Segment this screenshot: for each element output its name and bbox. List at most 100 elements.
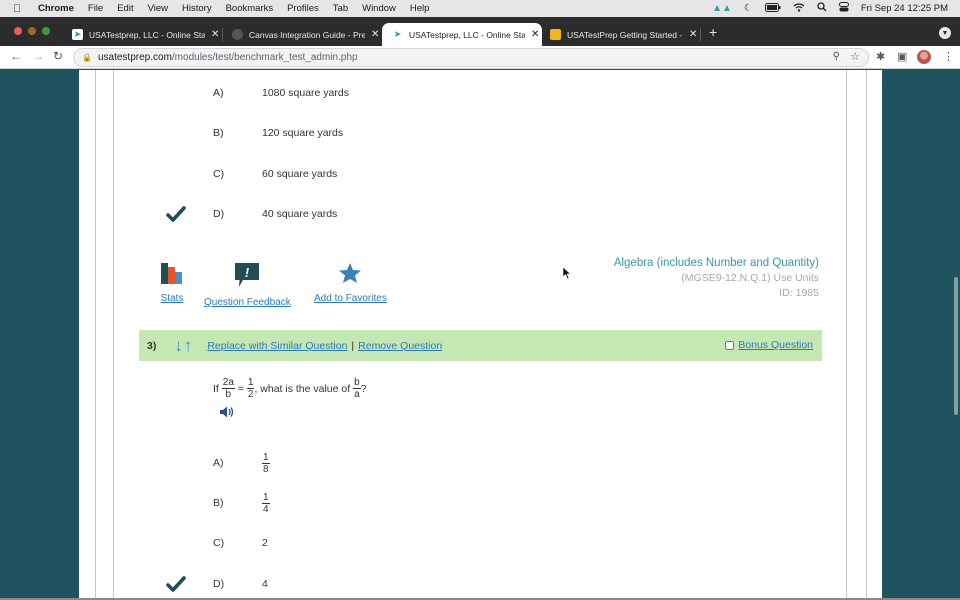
spotlight-search-icon[interactable] — [817, 2, 827, 15]
cast-icon[interactable]: ▣ — [897, 50, 907, 63]
choice-letter: B) — [213, 127, 224, 139]
menu-bookmarks[interactable]: Bookmarks — [226, 3, 274, 14]
battery-icon[interactable] — [764, 2, 781, 15]
menu-history[interactable]: History — [182, 3, 212, 14]
feedback-speech-bubble-icon: ! — [234, 262, 260, 293]
question-3-stem: If 2a b = 12 , what is the value of ba ? — [213, 377, 367, 400]
browser-tab-3-active[interactable]: ➤ USATestprep, LLC - Online Sta ✕ — [382, 23, 542, 46]
apple-menu-icon[interactable]:  — [13, 3, 27, 15]
favorites-label[interactable]: Add to Favorites — [314, 293, 387, 304]
subject-label: Algebra (includes Number and Quantity) — [613, 257, 819, 269]
control-center-icon[interactable] — [838, 2, 849, 15]
choice-text: 120 square yards — [262, 127, 344, 139]
tab-search-icon[interactable]: ▼ — [939, 27, 951, 39]
globe-icon — [232, 29, 243, 40]
window-close-button[interactable] — [14, 27, 22, 35]
stats-label[interactable]: Stats — [161, 293, 184, 304]
panel-border-left-inner — [113, 70, 114, 600]
question-feedback-link[interactable]: ! Question Feedback — [204, 262, 291, 308]
tab-title: USATestPrep Getting Started - — [567, 29, 683, 40]
question-3-header: 3) ↓↑ Replace with Similar Question | Re… — [139, 330, 822, 361]
choice-letter: A) — [213, 87, 224, 99]
fraction-2a-over-b: 2a b — [221, 377, 235, 400]
choice-fraction: 14 — [262, 491, 270, 515]
back-button[interactable]: ← — [10, 49, 22, 63]
page-scrollbar[interactable] — [954, 277, 958, 415]
choice-letter: C) — [213, 168, 225, 180]
window-minimize-button[interactable] — [28, 27, 36, 35]
stem-text: , what is the value of — [254, 382, 351, 395]
menu-help[interactable]: Help — [410, 3, 430, 14]
browser-toolbar: ← → ↻ 🔒 usatestprep.com/modules/test/ben… — [0, 46, 960, 69]
audio-speaker-icon[interactable] — [219, 405, 235, 424]
choice-letter: C) — [213, 537, 225, 549]
panel-border-right-inner — [846, 70, 847, 600]
feedback-label[interactable]: Question Feedback — [204, 297, 291, 308]
menu-tab[interactable]: Tab — [333, 3, 348, 14]
choice-text: 4 — [262, 578, 268, 590]
panel-border-left-outer — [95, 70, 96, 600]
menu-view[interactable]: View — [148, 3, 168, 14]
zoom-icon[interactable]: ⚲ — [833, 51, 840, 62]
chrome-menu-icon[interactable]: ⋮ — [943, 50, 954, 63]
close-tab-icon[interactable]: ✕ — [371, 29, 379, 40]
new-tab-button[interactable]: + — [709, 24, 717, 40]
moon-icon[interactable]: ☾ — [744, 3, 753, 14]
usatestprep-cursor-icon: ➤ — [72, 29, 83, 40]
close-tab-icon[interactable]: ✕ — [689, 29, 697, 40]
choice-letter: B) — [213, 497, 224, 509]
standard-label: (MGSE9-12.N.Q.1) Use Units — [681, 272, 819, 284]
reorder-arrows-icon[interactable]: ↓↑ — [174, 336, 193, 356]
browser-tab-2[interactable]: Canvas Integration Guide - Pre ✕ — [218, 23, 380, 46]
bonus-question-label[interactable]: Bonus Question — [738, 339, 813, 351]
usatestprep-cursor-icon: ➤ — [393, 29, 402, 39]
tab-divider — [700, 28, 701, 42]
address-bar[interactable]: 🔒 usatestprep.com/modules/test/benchmark… — [73, 48, 869, 67]
bonus-question-option[interactable]: Bonus Question — [725, 339, 813, 351]
correct-answer-check-icon — [166, 206, 186, 225]
remove-question-link[interactable]: Remove Question — [358, 340, 442, 352]
stats-link[interactable]: Stats — [160, 262, 184, 304]
forward-button[interactable]: → — [32, 49, 44, 63]
reload-button[interactable]: ↻ — [53, 49, 63, 63]
url-text[interactable]: usatestprep.com/modules/test/benchmark_t… — [98, 52, 358, 63]
mouse-cursor-icon — [562, 266, 572, 285]
stats-bar-chart-icon — [160, 262, 184, 289]
svg-text:!: ! — [245, 265, 250, 280]
fraction-b-over-a: ba — [353, 377, 361, 400]
link-separator: | — [351, 339, 355, 352]
add-to-favorites-link[interactable]: Add to Favorites — [314, 262, 387, 304]
slides-icon — [550, 29, 561, 40]
question-id: ID: 1985 — [779, 287, 819, 299]
lock-icon[interactable]: 🔒 — [82, 53, 92, 62]
cloud-status-icon[interactable]: ▲▲ — [712, 3, 732, 14]
extensions-puzzle-icon[interactable]: ✱ — [876, 50, 885, 63]
menu-profiles[interactable]: Profiles — [287, 3, 319, 14]
menu-window[interactable]: Window — [362, 3, 396, 14]
choice-text: 40 square yards — [262, 208, 338, 220]
replace-similar-question-link[interactable]: Replace with Similar Question — [207, 340, 347, 352]
bookmark-star-icon[interactable]: ☆ — [850, 50, 860, 63]
stem-text: ? — [360, 382, 367, 395]
menu-edit[interactable]: Edit — [117, 3, 133, 14]
bonus-question-checkbox[interactable] — [725, 340, 735, 350]
menu-app-chrome[interactable]: Chrome — [38, 3, 74, 14]
question-meta: Algebra (includes Number and Quantity) (… — [614, 256, 819, 301]
choice-text: 2 — [262, 537, 268, 549]
stem-text: If — [213, 382, 219, 395]
macos-menubar:  Chrome File Edit View History Bookmark… — [0, 0, 960, 17]
fraction-1-over-2: 12 — [246, 377, 255, 400]
correct-answer-check-icon — [166, 576, 186, 595]
browser-tab-1[interactable]: ➤ USATestprep, LLC - Online Sta ✕ — [58, 23, 220, 46]
wifi-icon[interactable] — [793, 2, 805, 15]
window-maximize-button[interactable] — [42, 27, 50, 35]
menu-file[interactable]: File — [88, 3, 103, 14]
favorite-star-icon — [338, 262, 362, 289]
equals-sign: = — [237, 382, 244, 395]
panel-border-right-outer — [866, 70, 867, 600]
menubar-clock[interactable]: Fri Sep 24 12:25 PM — [861, 3, 948, 14]
choice-letter: D) — [213, 208, 225, 220]
browser-tab-4[interactable]: USATestPrep Getting Started - ✕ — [536, 23, 700, 46]
profile-avatar[interactable] — [917, 50, 931, 64]
choice-text: 1080 square yards — [262, 87, 349, 99]
